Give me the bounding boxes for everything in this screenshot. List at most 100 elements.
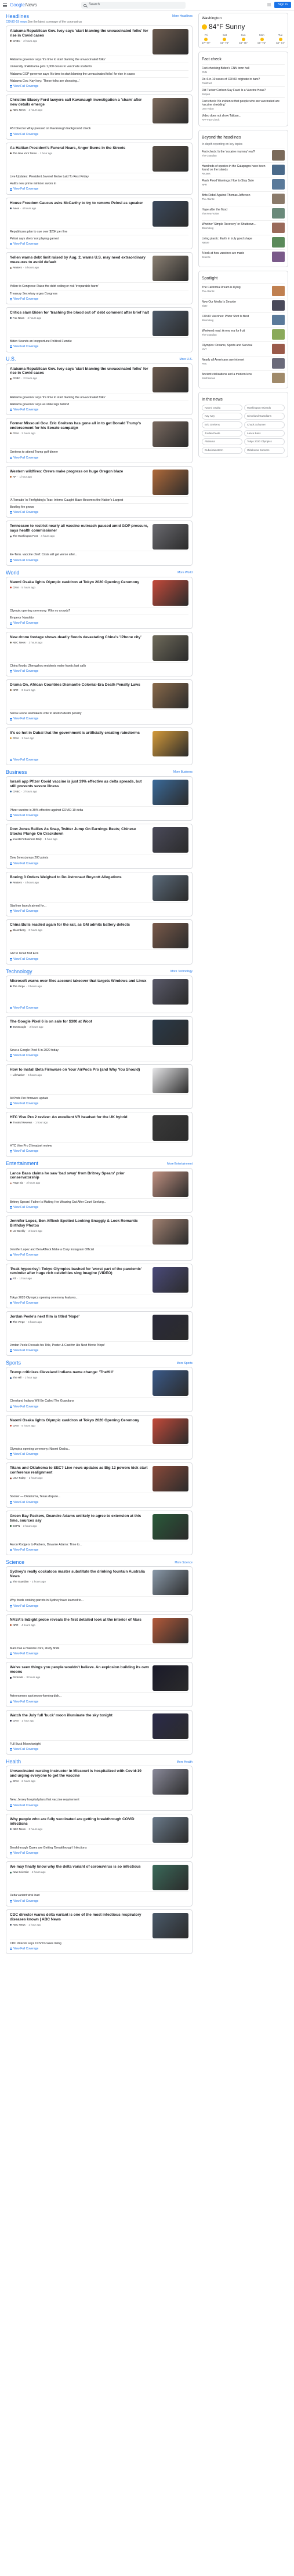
- story-thumbnail[interactable]: [153, 1020, 188, 1046]
- section-title[interactable]: World: [6, 570, 19, 576]
- full-coverage-button[interactable]: View Full Coverage: [10, 1501, 188, 1504]
- story-thumbnail[interactable]: [153, 1817, 188, 1843]
- related-story[interactable]: Treasury Secretary urges Congress: [10, 289, 188, 296]
- full-coverage-button[interactable]: View Full Coverage: [10, 1405, 188, 1409]
- story-headline[interactable]: The Google Pixel 6 is on sale for $300 a…: [10, 1020, 149, 1024]
- story-thumbnail[interactable]: [153, 1171, 188, 1197]
- topic-chip[interactable]: Jordan Peele: [202, 430, 242, 437]
- story-thumbnail[interactable]: [153, 730, 188, 756]
- story-headline[interactable]: Why people who are fully vaccinated are …: [10, 1817, 149, 1827]
- related-story[interactable]: New: Jersey hospital plans first vaccine…: [10, 1796, 188, 1802]
- related-story[interactable]: Live Updates: President Jovenel Moïse La…: [10, 172, 188, 179]
- story-thumbnail[interactable]: [153, 29, 188, 55]
- related-story[interactable]: Why foods cooking parrots in Sydney have…: [10, 1596, 188, 1602]
- story-headline[interactable]: Yellen warns debt limit raised by Aug. 2…: [10, 256, 149, 265]
- story-source[interactable]: CNN: [13, 737, 19, 740]
- related-story[interactable]: HTC Vive Pro 2 headset review: [10, 1142, 188, 1148]
- story-headline[interactable]: Alabama Republican Gov. Ivey says 'start…: [10, 29, 149, 38]
- story-headline[interactable]: Unvaccinated nursing instructor in Misso…: [10, 1769, 149, 1778]
- section-title[interactable]: Sports: [6, 1360, 21, 1366]
- story-source[interactable]: The Hill: [13, 1376, 21, 1380]
- full-coverage-button[interactable]: View Full Coverage: [10, 758, 188, 762]
- related-story[interactable]: Pfizer vaccine is 39% effective against …: [10, 806, 188, 812]
- story-headline[interactable]: Trump criticizes Cleveland Indians name …: [10, 1370, 149, 1375]
- full-coverage-button[interactable]: View Full Coverage: [10, 717, 188, 721]
- story-thumbnail[interactable]: [153, 1513, 188, 1540]
- story-source[interactable]: Investor's Business Daily: [13, 838, 42, 841]
- story-headline[interactable]: China Bulls readied again for the rail, …: [10, 923, 149, 927]
- full-coverage-button[interactable]: View Full Coverage: [10, 408, 188, 412]
- story-thumbnail[interactable]: [153, 1466, 188, 1492]
- story-thumbnail[interactable]: [153, 1865, 188, 1891]
- story-thumbnail[interactable]: [153, 1315, 188, 1340]
- beyond-headlines-item[interactable]: A look at how vaccines are made Science: [202, 249, 285, 264]
- topic-chip[interactable]: Kay Ivey: [202, 413, 242, 420]
- related-story[interactable]: Sierra Leone lawmakers vote to abolish d…: [10, 710, 188, 715]
- full-coverage-button[interactable]: View Full Coverage: [10, 297, 188, 301]
- story-source[interactable]: CNN: [13, 432, 19, 435]
- story-headline[interactable]: House Freedom Caucus asks McCarthy to tr…: [10, 201, 149, 206]
- story-source[interactable]: NPR: [13, 1624, 19, 1627]
- story-source[interactable]: The Verge: [13, 985, 25, 988]
- story-thumbnail[interactable]: [153, 1067, 188, 1093]
- related-story[interactable]: AirPods Pro firmware update: [10, 1094, 188, 1100]
- related-story[interactable]: Ex-Tenn. vaccine chief: Crisis will get …: [10, 551, 188, 556]
- story-source[interactable]: ESPN: [13, 1525, 20, 1528]
- fact-check-item[interactable]: Video does not show Taliban... AFP Fact C…: [202, 112, 285, 123]
- story-source[interactable]: CNBC: [13, 790, 20, 794]
- related-story[interactable]: Mars has a massive core, study finds: [10, 1644, 188, 1650]
- related-story[interactable]: Alabama Gov. Kay Ivey: 'These folks are …: [10, 77, 188, 83]
- story-thumbnail[interactable]: [153, 978, 188, 1005]
- full-coverage-button[interactable]: View Full Coverage: [10, 1804, 188, 1807]
- related-story[interactable]: Full Buck Moon tonight: [10, 1740, 188, 1746]
- story-thumbnail[interactable]: [153, 580, 188, 606]
- story-headline[interactable]: Drama On, African Countries Dismantle Co…: [10, 683, 149, 687]
- story-headline[interactable]: Jordan Peele's next film is titled 'Nope…: [10, 1315, 149, 1319]
- related-story[interactable]: University of Alabama gets 1,000 doses t…: [10, 63, 188, 68]
- related-story[interactable]: Alabama governor says 'it's time to star…: [10, 56, 188, 61]
- related-story[interactable]: Emperor Naruhito: [10, 614, 188, 620]
- related-story[interactable]: Jordan Peele Reveals his Title, Poster &…: [10, 1341, 188, 1347]
- story-headline[interactable]: Alabama Republican Gov. Ivey says 'start…: [10, 367, 149, 376]
- story-thumbnail[interactable]: [153, 923, 188, 949]
- related-story[interactable]: Sooner — Oklahoma, Texas dispute...: [10, 1493, 188, 1498]
- story-source[interactable]: The Verge: [13, 1320, 25, 1324]
- story-thumbnail[interactable]: [153, 256, 188, 282]
- full-coverage-button[interactable]: View Full Coverage: [10, 1301, 188, 1305]
- related-story[interactable]: Alabama governor says as state lags behi…: [10, 400, 188, 406]
- story-thumbnail[interactable]: [153, 1769, 188, 1795]
- weather-card[interactable]: Washington 84°F Sunny Fri 87° 70° Sat 91° 73° S…: [198, 13, 288, 49]
- related-story[interactable]: Save a Google Pixel 5 in 2020 today: [10, 1046, 188, 1052]
- story-thumbnail[interactable]: [153, 1267, 188, 1293]
- story-thumbnail[interactable]: [153, 469, 188, 495]
- story-headline[interactable]: Watch the July full 'buck' moon illumina…: [10, 1713, 149, 1718]
- story-source[interactable]: Axios: [13, 207, 19, 210]
- more-link[interactable]: More U.S.: [179, 358, 193, 361]
- spotlight-item[interactable]: Nearly all Americans use internet Pew: [202, 356, 285, 370]
- full-coverage-button[interactable]: View Full Coverage: [10, 1349, 188, 1352]
- story-thumbnail[interactable]: [153, 683, 188, 709]
- covid-link[interactable]: COVID-19 news:: [6, 20, 28, 24]
- story-headline[interactable]: Christine Blasey Ford lawyers call Kavan…: [10, 98, 149, 107]
- full-coverage-button[interactable]: View Full Coverage: [10, 621, 188, 625]
- story-thumbnail[interactable]: [153, 1713, 188, 1739]
- story-thumbnail[interactable]: [153, 875, 188, 901]
- related-story[interactable]: Biden Sounds an Inopportune Political Fu…: [10, 337, 188, 343]
- full-coverage-button[interactable]: View Full Coverage: [10, 1054, 188, 1057]
- more-link[interactable]: More Sports: [177, 1362, 193, 1365]
- beyond-headlines-item[interactable]: Flash Flood Warnings: How to Stay Safe NP…: [202, 177, 285, 191]
- full-coverage-button[interactable]: View Full Coverage: [10, 511, 188, 514]
- story-thumbnail[interactable]: [153, 1665, 188, 1691]
- related-story[interactable]: FBI Director Wray pressed on Kavanaugh b…: [10, 125, 188, 130]
- story-headline[interactable]: Jennifer Lopez, Ben Affleck Spotted Look…: [10, 1219, 149, 1228]
- story-thumbnail[interactable]: [153, 1115, 188, 1141]
- full-coverage-button[interactable]: View Full Coverage: [10, 1947, 188, 1951]
- topic-chip[interactable]: Chuck Schumer: [244, 421, 285, 428]
- full-coverage-button[interactable]: View Full Coverage: [10, 85, 188, 88]
- story-thumbnail[interactable]: [153, 635, 188, 661]
- story-headline[interactable]: 'Peak hypocrisy': Tokyo Olympics bashed …: [10, 1267, 149, 1276]
- story-source[interactable]: RT: [13, 1277, 16, 1280]
- menu-icon[interactable]: [3, 3, 7, 7]
- full-coverage-button[interactable]: View Full Coverage: [10, 1851, 188, 1855]
- related-story[interactable]: Breakthrough Cases are Getting 'Breakthr…: [10, 1843, 188, 1850]
